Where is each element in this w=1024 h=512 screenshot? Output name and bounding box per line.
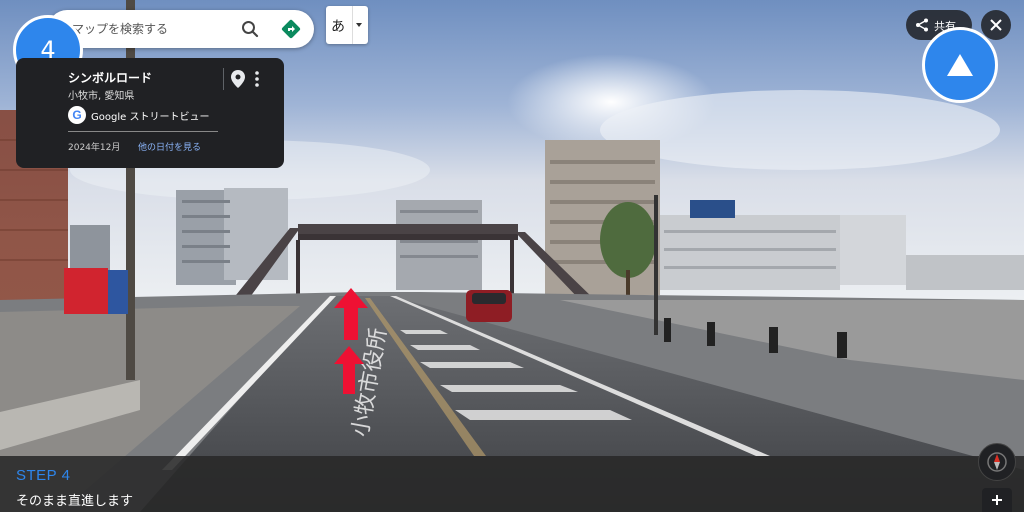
route-arrow-far [334,288,368,340]
more-vertical-icon[interactable] [254,70,260,92]
step-title: STEP 4 [16,467,71,484]
capture-date: 2024年12月 [68,143,121,153]
compass-icon [987,452,1007,472]
close-button[interactable] [981,10,1011,40]
map-pin-icon[interactable] [231,70,245,92]
google-street-view-attribution: G Google ストリートビュー [68,106,209,124]
directions-icon[interactable] [279,17,303,41]
route-arrow-near [334,346,364,394]
search-box [48,10,314,48]
close-icon [990,19,1002,31]
zoom-in-button[interactable] [982,488,1012,512]
search-icon[interactable] [238,17,262,41]
share-icon [915,18,929,35]
step-instruction-bar: STEP 4 そのまま直進します [0,456,1024,512]
card-divider-vertical [223,68,224,90]
caret-down-icon[interactable] [356,23,362,27]
place-name: シンボルロード [68,71,153,85]
input-method-label: あ [331,19,345,35]
other-dates-link[interactable]: 他の日付を見る [138,140,201,153]
card-divider-horizontal [68,131,218,132]
compass-button[interactable] [978,443,1016,481]
input-method-divider [352,6,353,44]
input-method-button[interactable]: あ [326,6,368,44]
search-input[interactable] [72,10,242,48]
google-street-view-label: Google ストリートビュー [91,111,210,123]
plus-icon [992,495,1002,505]
location-info-card: シンボルロード 小牧市, 愛知県 G Google ストリートビュー 2024年… [16,58,284,168]
direction-indicator [922,27,998,103]
up-triangle-icon [947,54,973,76]
step-description: そのまま直進します [16,494,134,509]
place-address: 小牧市, 愛知県 [68,91,135,102]
google-logo-icon: G [68,106,86,124]
